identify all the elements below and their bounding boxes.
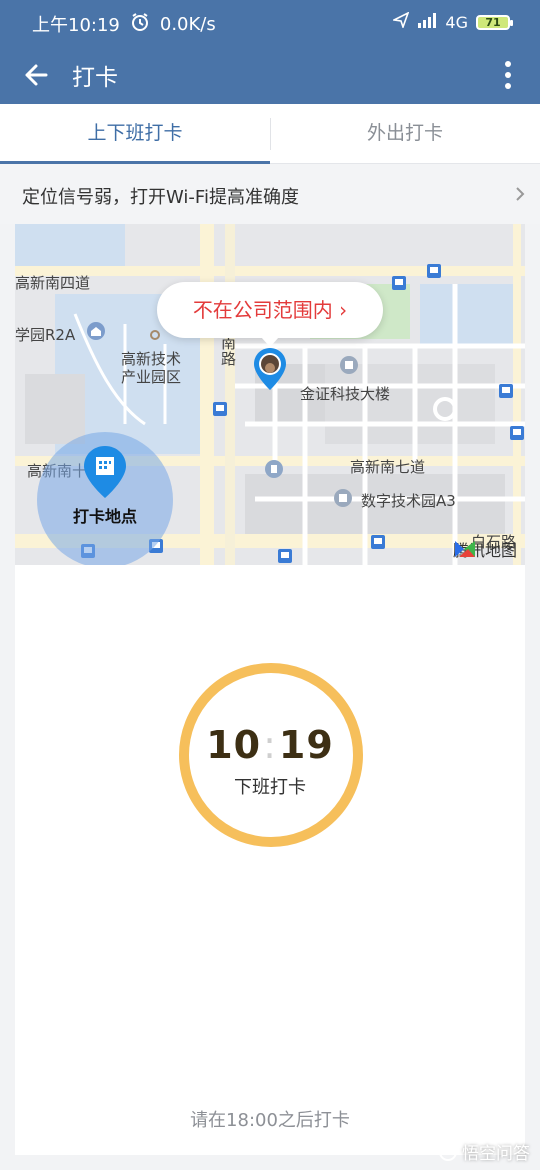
building-poi-icon [334, 489, 352, 507]
location-notice[interactable]: 定位信号弱，打开Wi-Fi提高准确度 [0, 164, 540, 224]
clock-minutes: 19 [278, 723, 334, 767]
page-title: 打卡 [72, 65, 118, 91]
tab-commute-punch[interactable]: 上下班打卡 [0, 104, 270, 164]
battery-level: 71 [485, 15, 501, 29]
bus-stop-icon [371, 535, 385, 549]
out-of-range-callout[interactable]: 不在公司范围内 › [157, 282, 383, 347]
tencent-map-logo: 腾讯地图 [453, 537, 517, 561]
more-menu-button[interactable] [496, 56, 520, 94]
punch-hint: 请在18:00之后打卡 [190, 1110, 350, 1131]
tab-outing-punch[interactable]: 外出打卡 [270, 104, 540, 163]
back-arrow-icon [25, 64, 48, 86]
punch-caption: 下班打卡 [234, 777, 306, 798]
map-poi-label: 金证科技大楼 [300, 385, 391, 403]
poi-marker-icon [265, 460, 283, 478]
tencent-map-icon [454, 541, 475, 557]
building-poi-icon [340, 356, 358, 374]
network-type: 4G [445, 12, 468, 32]
network-speed: 0.0K/s [159, 13, 216, 35]
notice-text: 定位信号弱，打开Wi-Fi提高准确度 [22, 187, 299, 208]
bus-stop-icon [499, 384, 513, 398]
map-poi-label: 数字技术园A3 [361, 492, 456, 510]
bus-stop-icon [427, 264, 441, 278]
map-road-label: 高新南七道 [350, 458, 426, 476]
poi-dot-icon [150, 330, 160, 340]
chevron-right-icon [516, 187, 525, 201]
app-bar: 打卡 [0, 46, 540, 104]
bus-stop-icon [510, 426, 524, 440]
bus-stop-icon [392, 276, 406, 290]
signal-icon [417, 12, 437, 32]
back-button[interactable] [18, 56, 56, 94]
map-view[interactable]: 高新南四道 学园R2A 高新技术 产业园区 南 路 金证科技大楼 高新南十 高新… [15, 224, 525, 565]
clock-hours: 10 [206, 723, 262, 767]
location-arrow-icon [391, 11, 410, 32]
map-road-label: 高新南四道 [15, 274, 91, 292]
battery-icon: 71 [476, 14, 513, 30]
tab-divider [270, 118, 271, 150]
punch-card: 10:19 下班打卡 请在18:00之后打卡 [15, 565, 525, 1155]
punch-point-label: 打卡地点 [73, 507, 138, 526]
watermark: 悟空问答 [438, 1139, 530, 1164]
watermark-text: 悟空问答 [462, 1144, 530, 1164]
map-place-label: 产业园区 [121, 368, 182, 386]
more-vertical-icon [505, 61, 511, 89]
wukong-logo-icon [439, 1142, 457, 1161]
status-bar: 上午10:19 0.0K/s 4G 71 [0, 0, 540, 46]
bus-stop-icon [213, 402, 227, 416]
user-location-pin-icon [254, 348, 286, 390]
office-pin-icon[interactable] [81, 444, 129, 500]
map-road-label: 路 [221, 350, 237, 368]
home-poi-icon [87, 322, 105, 340]
alarm-icon [130, 12, 150, 37]
punch-clock: 10:19 [15, 723, 525, 767]
bus-stop-icon [278, 549, 292, 563]
clock-separator: : [263, 723, 277, 767]
map-place-label: 学园R2A [15, 326, 76, 344]
status-time: 上午10:19 [32, 15, 120, 36]
